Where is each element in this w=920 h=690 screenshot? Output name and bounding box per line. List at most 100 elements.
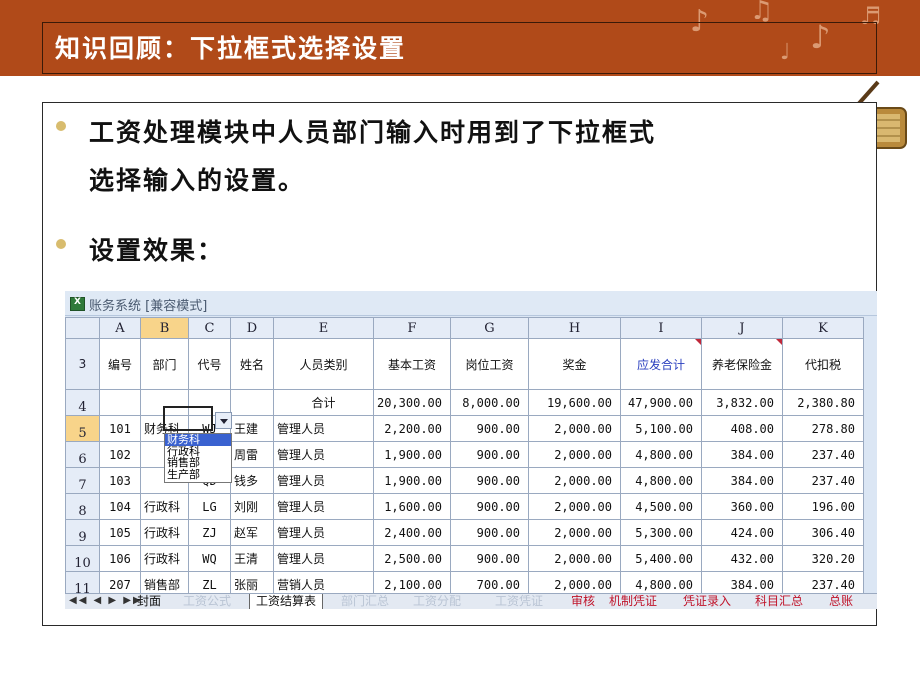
table-cell[interactable]: 管理人员 (273, 519, 374, 546)
table-cell[interactable]: 行政科 (140, 493, 189, 520)
table-cell[interactable]: 408.00 (701, 415, 783, 442)
table-cell[interactable]: 320.20 (782, 545, 864, 572)
table-cell[interactable]: 刘刚 (230, 493, 274, 520)
table-cell[interactable]: 360.00 (701, 493, 783, 520)
table-cell[interactable]: 1,900.00 (373, 441, 451, 468)
row-header[interactable]: 7 (65, 467, 100, 494)
table-cell[interactable]: 王建 (230, 415, 274, 442)
sheet-tab-active[interactable]: 工资结算表 (249, 594, 324, 609)
header-cell[interactable]: 岗位工资 (450, 338, 529, 390)
row-header[interactable]: 5 (65, 415, 100, 442)
dropdown-arrow-button[interactable] (215, 412, 232, 429)
header-cell[interactable]: 人员类别 (273, 338, 374, 390)
column-header[interactable]: G (450, 317, 529, 339)
row-header[interactable]: 3 (65, 338, 100, 390)
table-cell[interactable]: 4,800.00 (620, 441, 702, 468)
table-cell[interactable]: 237.40 (782, 441, 864, 468)
table-cell[interactable]: 105 (99, 519, 141, 546)
table-cell[interactable]: 106 (99, 545, 141, 572)
table-cell[interactable]: 237.40 (782, 467, 864, 494)
column-header[interactable]: B (140, 317, 189, 339)
table-cell[interactable]: 196.00 (782, 493, 864, 520)
table-cell[interactable]: 3,832.00 (701, 389, 783, 416)
table-cell[interactable]: 900.00 (450, 493, 529, 520)
table-cell[interactable]: 432.00 (701, 545, 783, 572)
table-cell[interactable]: 900.00 (450, 415, 529, 442)
table-cell[interactable]: 900.00 (450, 545, 529, 572)
header-cell[interactable]: 代号 (188, 338, 231, 390)
row-header[interactable]: 8 (65, 493, 100, 520)
column-header[interactable]: H (528, 317, 621, 339)
sheet-tab[interactable]: 凭证录入 (677, 594, 737, 609)
table-cell[interactable]: 4,500.00 (620, 493, 702, 520)
table-cell[interactable]: 900.00 (450, 441, 529, 468)
table-cell[interactable]: 2,400.00 (373, 519, 451, 546)
column-header[interactable]: J (701, 317, 783, 339)
table-cell[interactable]: 2,000.00 (528, 441, 621, 468)
select-all-corner[interactable] (65, 317, 100, 339)
table-cell[interactable]: 384.00 (701, 467, 783, 494)
table-cell[interactable]: 管理人员 (273, 493, 374, 520)
table-cell[interactable]: 2,000.00 (528, 545, 621, 572)
table-cell[interactable] (230, 389, 274, 416)
row-header[interactable]: 10 (65, 545, 100, 572)
table-cell[interactable]: 8,000.00 (450, 389, 529, 416)
table-cell[interactable]: 管理人员 (273, 441, 374, 468)
table-cell[interactable]: 2,000.00 (528, 467, 621, 494)
header-cell[interactable]: 奖金 (528, 338, 621, 390)
header-cell[interactable]: 应发合计 (620, 338, 702, 390)
table-cell[interactable]: 306.40 (782, 519, 864, 546)
table-cell[interactable]: 王清 (230, 545, 274, 572)
table-cell[interactable]: 行政科 (140, 545, 189, 572)
dropdown-option[interactable]: 财务科 (165, 434, 231, 446)
sheet-tab[interactable]: 部门汇总 (335, 594, 395, 609)
table-cell[interactable]: 钱多 (230, 467, 274, 494)
table-cell[interactable]: 900.00 (450, 519, 529, 546)
header-cell[interactable]: 代扣税 (782, 338, 864, 390)
row-header[interactable]: 6 (65, 441, 100, 468)
dropdown-option[interactable]: 生产部 (165, 468, 231, 481)
table-cell[interactable]: 2,380.80 (782, 389, 864, 416)
table-cell[interactable]: 102 (99, 441, 141, 468)
header-cell[interactable]: 部门 (140, 338, 189, 390)
table-cell[interactable]: 管理人员 (273, 415, 374, 442)
table-cell[interactable]: 2,000.00 (528, 519, 621, 546)
header-cell[interactable]: 编号 (99, 338, 141, 390)
table-cell[interactable]: 行政科 (140, 519, 189, 546)
header-cell[interactable]: 基本工资 (373, 338, 451, 390)
sheet-tab[interactable]: 审核 (565, 594, 601, 609)
sheet-tab[interactable]: 总账 (823, 594, 859, 609)
table-cell[interactable] (99, 389, 141, 416)
column-header[interactable]: E (273, 317, 374, 339)
table-cell[interactable]: ZJ (188, 519, 231, 546)
table-cell[interactable]: 管理人员 (273, 545, 374, 572)
row-header[interactable]: 4 (65, 389, 100, 416)
table-cell[interactable]: 101 (99, 415, 141, 442)
column-header[interactable]: C (188, 317, 231, 339)
column-header[interactable]: I (620, 317, 702, 339)
table-cell[interactable]: 104 (99, 493, 141, 520)
table-cell[interactable]: 2,000.00 (528, 493, 621, 520)
department-dropdown-list[interactable]: 财务科 行政科 销售部 生产部 (164, 433, 232, 483)
row-header[interactable]: 9 (65, 519, 100, 546)
sheet-tab[interactable]: 工资分配 (407, 594, 467, 609)
table-cell[interactable]: 20,300.00 (373, 389, 451, 416)
table-cell[interactable]: 管理人员 (273, 467, 374, 494)
table-cell[interactable]: 5,300.00 (620, 519, 702, 546)
table-cell[interactable]: 900.00 (450, 467, 529, 494)
sheet-tab[interactable]: 封面 (131, 594, 167, 609)
table-cell[interactable]: 1,600.00 (373, 493, 451, 520)
dropdown-option[interactable]: 销售部 (165, 457, 231, 469)
column-header[interactable]: K (782, 317, 864, 339)
table-cell[interactable]: 5,100.00 (620, 415, 702, 442)
table-cell[interactable]: 2,200.00 (373, 415, 451, 442)
sheet-tab[interactable]: 工资凭证 (489, 594, 549, 609)
table-cell[interactable]: 1,900.00 (373, 467, 451, 494)
table-cell[interactable]: 周雷 (230, 441, 274, 468)
table-cell[interactable]: 103 (99, 467, 141, 494)
table-cell[interactable]: 424.00 (701, 519, 783, 546)
table-cell[interactable]: 4,800.00 (620, 467, 702, 494)
header-cell[interactable]: 养老保险金 (701, 338, 783, 390)
sheet-tab[interactable]: 机制凭证 (603, 594, 663, 609)
table-cell[interactable]: 2,500.00 (373, 545, 451, 572)
